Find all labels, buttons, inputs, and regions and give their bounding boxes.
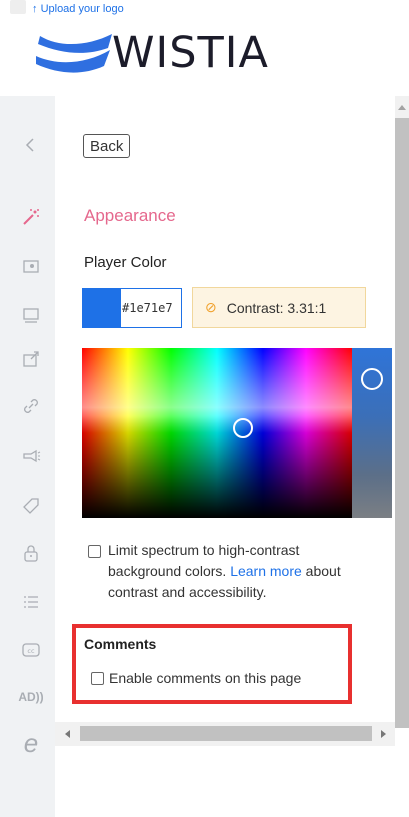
contrast-text: Contrast: 3.31:1 xyxy=(226,299,327,316)
wistia-e-icon[interactable]: e xyxy=(19,730,43,756)
megaphone-icon[interactable] xyxy=(19,444,43,468)
player-color-input[interactable]: #1e71e7 xyxy=(82,288,182,328)
chevron-left-icon[interactable] xyxy=(19,133,43,157)
hex-value: #1e71e7 xyxy=(122,301,173,315)
player-color-label: Player Color xyxy=(84,254,167,271)
brand-name: WISTIA xyxy=(112,28,269,78)
scroll-left-button[interactable] xyxy=(62,726,74,747)
contrast-badge: ⊘ Contrast: 3.31:1 xyxy=(192,287,366,328)
media-icon[interactable] xyxy=(19,254,43,278)
limit-spectrum-option: Limit spectrum to high-contrast backgrou… xyxy=(88,540,358,603)
upload-icon: ↑ xyxy=(32,3,38,15)
wistia-logo-icon xyxy=(36,34,112,73)
tag-icon[interactable] xyxy=(19,494,43,518)
color-spectrum[interactable] xyxy=(82,348,352,518)
scroll-right-button[interactable] xyxy=(377,726,389,747)
closed-captions-icon[interactable]: cc xyxy=(19,638,43,662)
magic-wand-icon[interactable] xyxy=(19,205,43,229)
svg-text:cc: cc xyxy=(27,647,35,655)
vertical-scrollbar[interactable] xyxy=(395,96,409,728)
enable-comments-label: Enable comments on this page xyxy=(109,670,302,686)
back-button[interactable]: Back xyxy=(83,134,131,158)
scroll-up-button[interactable] xyxy=(395,96,409,118)
learn-more-link[interactable]: Learn more xyxy=(230,563,302,579)
share-icon[interactable] xyxy=(19,347,43,371)
comments-label: Comments xyxy=(84,636,157,652)
player-icon[interactable] xyxy=(19,303,43,327)
upload-logo-label: Upload your logo xyxy=(40,3,124,15)
color-swatch xyxy=(83,289,121,327)
warning-icon: ⊘ xyxy=(205,299,217,315)
upload-logo-checkbox[interactable] xyxy=(10,0,26,14)
audio-description-icon[interactable]: AD)) xyxy=(16,685,46,709)
section-title: Appearance xyxy=(84,206,176,225)
upload-logo-link[interactable]: ↑ Upload your logo xyxy=(32,3,124,15)
limit-spectrum-checkbox[interactable] xyxy=(88,545,101,558)
luminance-slider-handle[interactable] xyxy=(361,368,383,390)
spectrum-picker-handle[interactable] xyxy=(233,418,253,438)
lock-icon[interactable] xyxy=(19,541,43,565)
horizontal-scroll-thumb[interactable] xyxy=(80,726,372,741)
enable-comments-checkbox[interactable] xyxy=(91,672,104,685)
list-icon[interactable] xyxy=(19,590,43,614)
link-icon[interactable] xyxy=(19,394,43,418)
